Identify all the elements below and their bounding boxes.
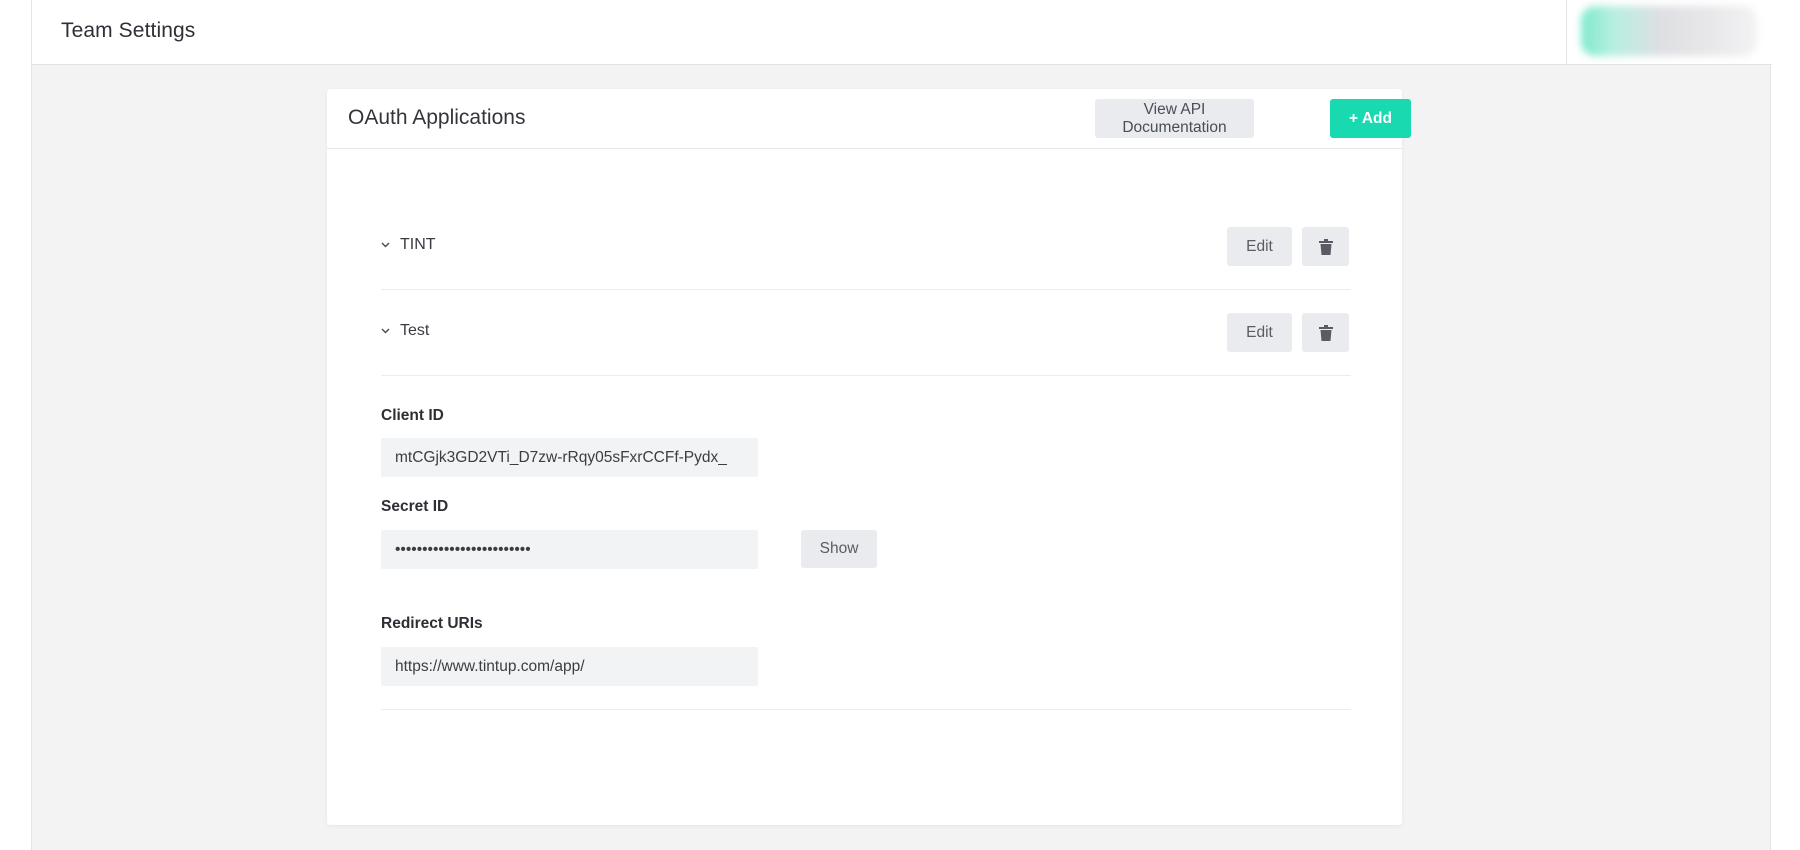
client-id-field[interactable]: mtCGjk3GD2VTi_D7zw-rRqy05sFxrCCFf-Pydx_	[381, 438, 758, 477]
secret-id-label: Secret ID	[381, 498, 449, 515]
client-id-label: Client ID	[381, 407, 444, 424]
show-secret-button[interactable]: Show	[801, 530, 877, 568]
app-row-test[interactable]: Test Edit	[381, 290, 1351, 376]
page-title: Team Settings	[61, 19, 196, 42]
account-menu[interactable]	[1566, 0, 1772, 64]
edit-button[interactable]: Edit	[1227, 313, 1292, 352]
card-title: OAuth Applications	[348, 106, 526, 129]
app-name[interactable]: Test	[400, 322, 429, 340]
delete-button[interactable]	[1302, 227, 1349, 266]
app-name[interactable]: TINT	[400, 236, 436, 254]
blurred-account-avatar[interactable]	[1581, 6, 1757, 56]
top-bar: Team Settings	[32, 0, 1772, 65]
app-row-tint[interactable]: TINT Edit	[381, 204, 1351, 290]
redirect-uri-field[interactable]: https://www.tintup.com/app/	[381, 647, 758, 686]
redirect-uris-label: Redirect URIs	[381, 615, 483, 632]
chevron-down-icon[interactable]	[381, 240, 391, 250]
secret-id-field[interactable]: •••••••••••••••••••••••••	[381, 530, 758, 569]
delete-button[interactable]	[1302, 313, 1349, 352]
card-header: OAuth Applications View API Documentatio…	[327, 89, 1411, 149]
app-shell: Team Settings OAuth Applications View AP…	[31, 0, 1772, 850]
trash-icon	[1318, 324, 1333, 341]
oauth-applications-card: OAuth Applications View API Documentatio…	[327, 89, 1411, 825]
add-application-button[interactable]: + Add	[1330, 99, 1411, 138]
trash-icon	[1318, 238, 1333, 255]
divider	[381, 709, 1351, 710]
chevron-down-icon[interactable]	[381, 326, 391, 336]
view-api-documentation-button[interactable]: View API Documentation	[1095, 99, 1254, 138]
edit-button[interactable]: Edit	[1227, 227, 1292, 266]
